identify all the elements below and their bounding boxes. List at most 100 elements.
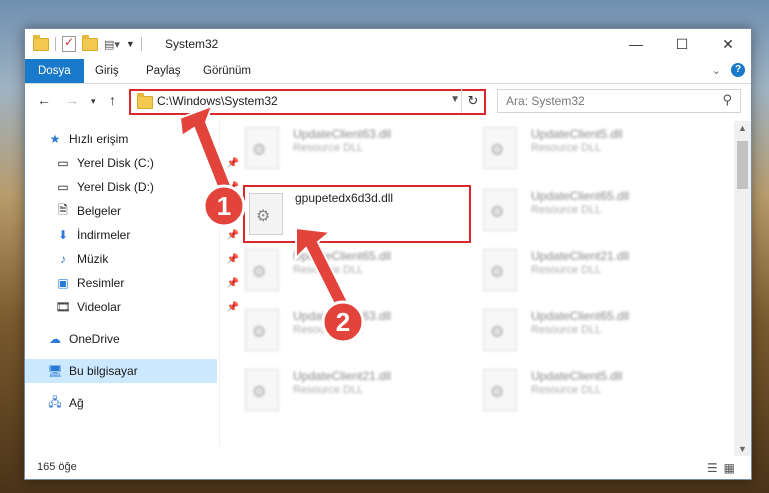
sidebar-item-downloads[interactable]: ⬇ İndirmeler 📌 xyxy=(25,223,247,247)
file-name: UpdateClient63.dll xyxy=(293,309,392,323)
sidebar-item-music[interactable]: ♪ Müzik 📌 xyxy=(25,247,247,271)
dll-file-icon xyxy=(245,249,279,291)
new-folder-icon[interactable] xyxy=(82,34,98,51)
navigation-pane: ★ Hızlı erişim ▭ Yerel Disk (C:) 📌 ▭ Yer… xyxy=(25,121,239,446)
ribbon-tabs: Dosya Giriş Paylaş Görünüm ⌄ ? xyxy=(25,59,751,84)
file-item[interactable]: UpdateClient65.dll Resource DLL xyxy=(221,243,451,293)
scroll-down-icon[interactable]: ▼ xyxy=(738,444,747,454)
drive-icon: ▭ xyxy=(57,156,69,170)
sidebar-item-disk-d[interactable]: ▭ Yerel Disk (D:) 📌 xyxy=(25,175,247,199)
dll-file-icon xyxy=(483,189,517,231)
tab-giris[interactable]: Giriş xyxy=(95,59,119,83)
scroll-up-icon[interactable]: ▲ xyxy=(738,123,747,133)
toolbar-dropdown-icon[interactable]: ▼ xyxy=(126,39,135,49)
dll-file-icon xyxy=(483,369,517,411)
file-item[interactable]: UpdateClient65.dll Resource DLL xyxy=(459,183,689,233)
recent-locations-icon[interactable]: ▾ xyxy=(91,96,96,107)
dll-file-icon xyxy=(245,309,279,351)
sidebar-item-label: Belgeler xyxy=(77,204,122,218)
sidebar-item-label: Videolar xyxy=(77,300,121,314)
help-icon[interactable]: ? xyxy=(731,63,745,77)
file-description: Resource DLL xyxy=(531,264,602,276)
file-item-highlighted[interactable]: gpupetedx6d3d.dll xyxy=(243,185,471,243)
music-icon: ♪ xyxy=(60,252,66,266)
sidebar-item-label: Bu bilgisayar xyxy=(69,364,138,378)
sidebar-item-label: Hızlı erişim xyxy=(69,132,129,146)
file-item[interactable]: UpdateClient21.dll Resource DLL xyxy=(459,243,689,293)
dll-file-icon xyxy=(245,369,279,411)
maximize-button[interactable]: ☐ xyxy=(659,29,705,59)
sidebar-item-disk-c[interactable]: ▭ Yerel Disk (C:) 📌 xyxy=(25,151,247,175)
file-name: UpdateClient21.dll xyxy=(531,249,630,263)
vertical-scrollbar[interactable]: ▲ ▼ xyxy=(734,121,751,456)
file-name: UpdateClient63.dll xyxy=(293,127,392,141)
pictures-icon: ▣ xyxy=(57,276,69,290)
forward-icon[interactable]: → xyxy=(65,92,79,108)
close-button[interactable]: ✕ xyxy=(705,29,751,59)
scroll-thumb[interactable] xyxy=(737,141,748,189)
view-toggle-icons[interactable]: ☰▦ xyxy=(707,461,741,475)
sidebar-item-documents[interactable]: 🗎 Belgeler 📌 xyxy=(25,199,247,223)
item-count: 165 öğe xyxy=(37,461,77,473)
explorer-window: ▤▾ ▼ System32 — ☐ ✕ Dosya Giriş Paylaş G… xyxy=(24,28,752,480)
sidebar-item-label: İndirmeler xyxy=(77,228,131,242)
file-name: UpdateClient65.dll xyxy=(293,249,392,263)
file-name: UpdateClient5.dll xyxy=(531,369,623,383)
dll-file-icon xyxy=(483,249,517,291)
folder-icon xyxy=(33,34,49,51)
network-icon: 🖧 xyxy=(48,394,62,409)
computer-icon: 🖥 xyxy=(47,364,63,378)
file-description: Resource DLL xyxy=(293,264,364,276)
sidebar-item-label: Ağ xyxy=(69,396,84,410)
separator xyxy=(140,37,142,51)
sidebar-item-label: OneDrive xyxy=(69,332,120,346)
chevron-down-icon[interactable]: ▼ xyxy=(450,94,460,105)
sidebar-item-label: Müzik xyxy=(77,252,109,266)
sidebar-item-videos[interactable]: 🎞 Videolar 📌 xyxy=(25,295,247,319)
downloads-icon: ⬇ xyxy=(57,228,69,242)
address-path: C:\Windows\System32 xyxy=(157,94,278,108)
back-icon[interactable]: ← xyxy=(37,92,51,108)
window-title: System32 xyxy=(165,37,219,51)
file-item[interactable]: UpdateClient63.dll Resource DLL xyxy=(221,303,451,353)
customize-toolbar-icon[interactable]: ▤▾ xyxy=(104,38,120,51)
address-bar[interactable]: C:\Windows\System32 ▼ ↻ xyxy=(129,89,486,115)
search-box[interactable]: Ara: System32 ⚲ xyxy=(497,89,741,113)
file-description: Resource DLL xyxy=(531,324,602,336)
sidebar-item-this-pc[interactable]: 🖥 Bu bilgisayar xyxy=(25,359,217,383)
file-description: Resource DLL xyxy=(293,142,364,154)
file-item[interactable]: UpdateClient5.dll Resource DLL xyxy=(459,363,689,413)
drive-icon: ▭ xyxy=(57,180,69,194)
star-icon: ★ xyxy=(49,132,61,146)
file-item[interactable]: UpdateClient63.dll Resource DLL xyxy=(221,121,451,171)
tab-dosya[interactable]: Dosya xyxy=(25,59,84,83)
status-bar: 165 öğe ☰▦ xyxy=(25,457,751,479)
sidebar-item-network[interactable]: 🖧 Ağ xyxy=(25,391,239,415)
file-name: UpdateClient65.dll xyxy=(531,189,630,203)
sidebar-item-onedrive[interactable]: ☁ OneDrive xyxy=(25,327,239,351)
up-icon[interactable]: ↑ xyxy=(109,92,116,108)
quick-access-toolbar: ▤▾ ▼ xyxy=(33,34,142,52)
sidebar-item-quick-access[interactable]: ★ Hızlı erişim xyxy=(25,127,239,151)
tab-paylas[interactable]: Paylaş xyxy=(146,59,181,83)
file-item[interactable]: UpdateClient21.dll Resource DLL xyxy=(221,363,451,413)
search-icon: ⚲ xyxy=(722,92,732,107)
file-item[interactable]: UpdateClient5.dll Resource DLL xyxy=(459,121,689,171)
expand-ribbon-icon[interactable]: ⌄ xyxy=(712,64,721,77)
dll-file-icon xyxy=(245,127,279,169)
file-name: UpdateClient21.dll xyxy=(293,369,392,383)
file-name: gpupetedx6d3d.dll xyxy=(295,191,394,205)
minimize-button[interactable]: — xyxy=(613,29,659,59)
title-bar: ▤▾ ▼ System32 — ☐ ✕ xyxy=(25,29,751,59)
dll-file-icon xyxy=(483,127,517,169)
properties-icon[interactable] xyxy=(62,35,76,52)
file-name: UpdateClient65.dll xyxy=(531,309,630,323)
pane-divider[interactable] xyxy=(219,121,220,446)
videos-icon: 🎞 xyxy=(55,300,71,314)
file-item[interactable]: UpdateClient65.dll Resource DLL xyxy=(459,303,689,353)
refresh-icon[interactable]: ↻ xyxy=(461,89,484,113)
tab-gorunum[interactable]: Görünüm xyxy=(203,59,251,83)
file-description: Resource DLL xyxy=(293,324,364,336)
sidebar-item-pictures[interactable]: ▣ Resimler 📌 xyxy=(25,271,247,295)
sidebar-item-label: Yerel Disk (D:) xyxy=(77,180,154,194)
